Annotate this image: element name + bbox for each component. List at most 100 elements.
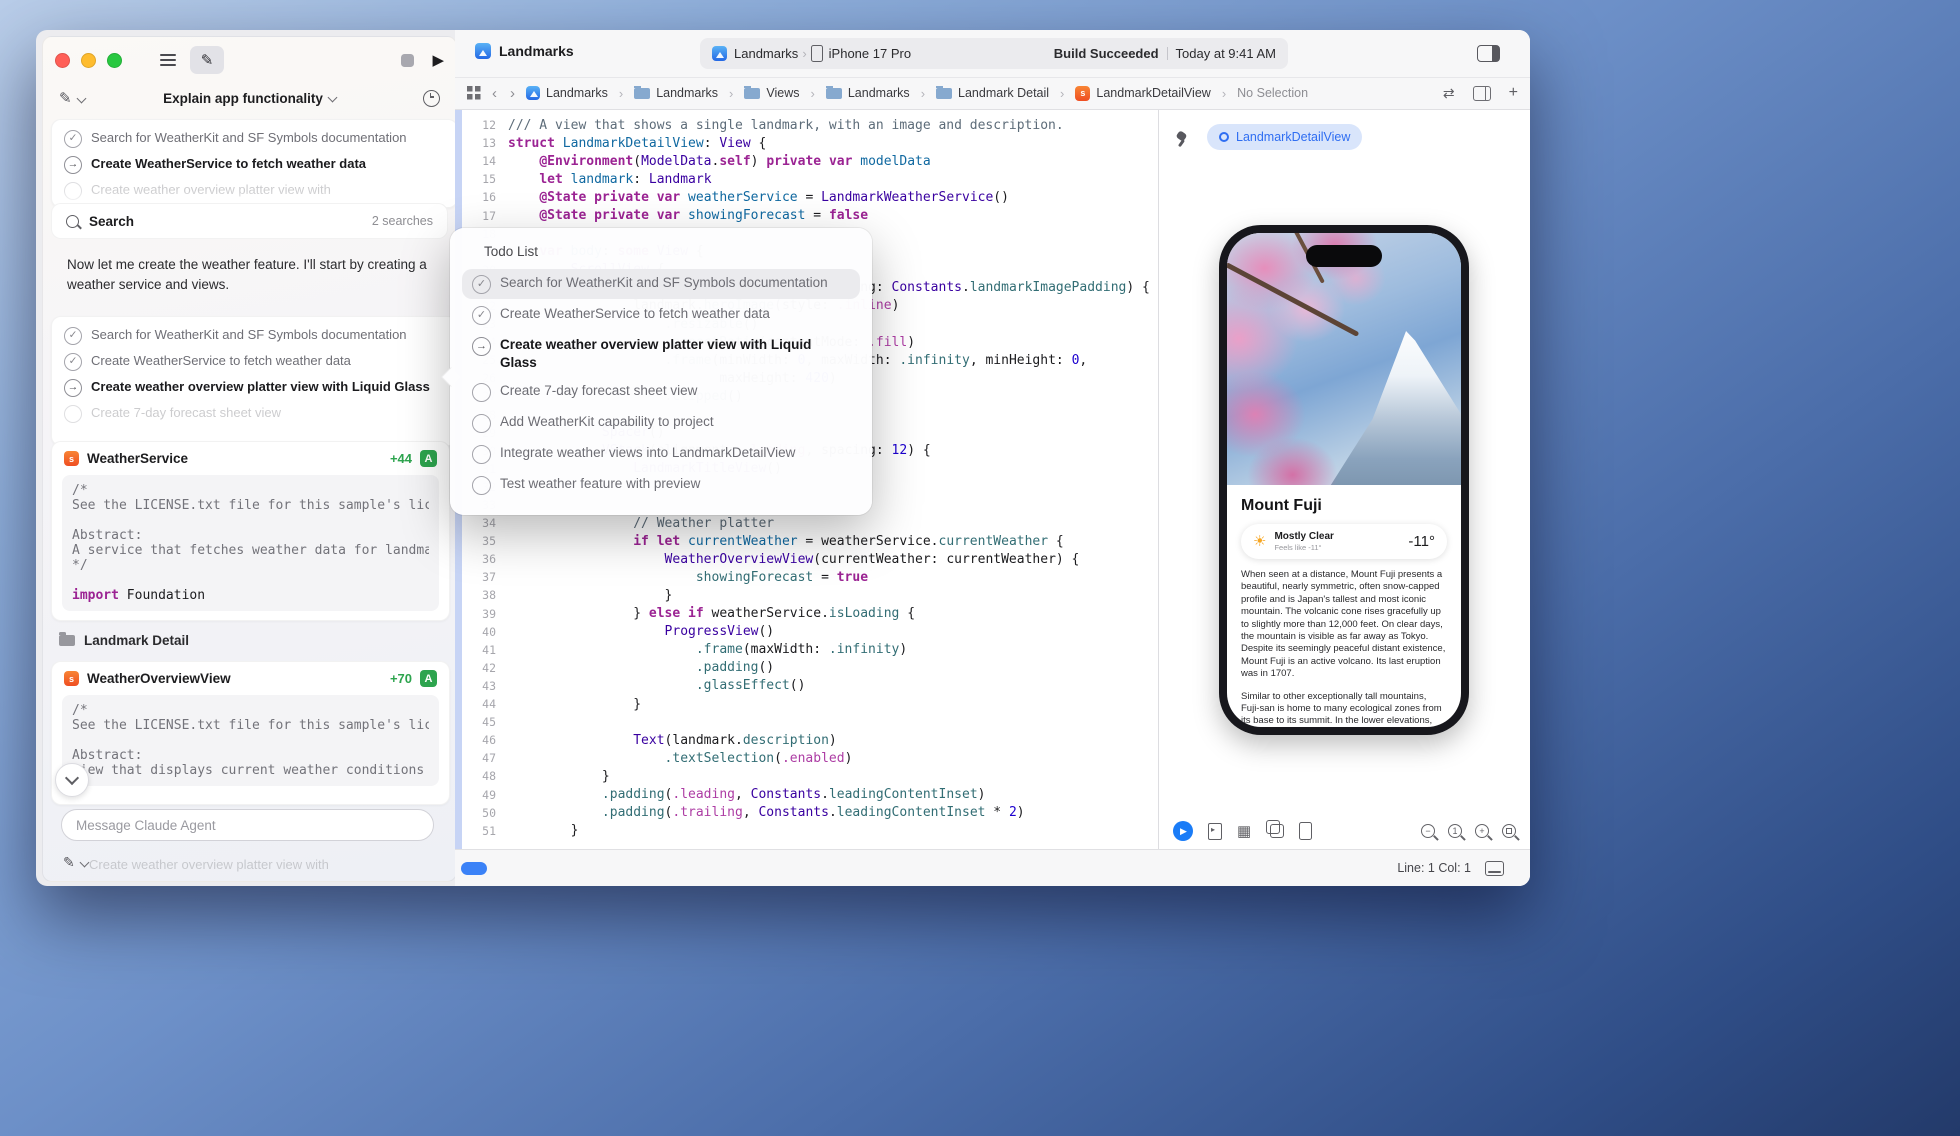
todo-item-done[interactable]: ✓Search for WeatherKit and SF Symbols do… (56, 125, 453, 151)
code-line[interactable]: 12/// A view that shows a single landmar… (462, 116, 1158, 134)
minimize-button[interactable] (81, 53, 96, 68)
line-number: 38 (462, 588, 508, 602)
history-clock-icon[interactable] (423, 90, 440, 107)
editor-display-icon[interactable] (1485, 861, 1504, 876)
todo-item-done[interactable]: ✓Search for WeatherKit and SF Symbols do… (56, 322, 453, 348)
file-card-weatherservice[interactable]: WeatherService +44 A /*See the LICENSE.t… (51, 441, 450, 621)
code-line[interactable]: 40 ProgressView() (462, 623, 1158, 641)
color-variants-icon[interactable] (1270, 824, 1284, 838)
code-line[interactable]: 42 .padding() (462, 659, 1158, 677)
empty-circle-icon (472, 476, 491, 495)
todo-item-todo[interactable]: Add WeatherKit capability to project (462, 408, 860, 438)
build-activity[interactable]: Build Succeeded Today at 9:41 AM (1054, 46, 1276, 61)
todo-item-todo[interactable]: Create weather overview platter view wit… (56, 177, 453, 203)
line-number: 35 (462, 534, 508, 548)
zoom-out-icon[interactable]: − (1421, 824, 1435, 838)
code-line[interactable]: 49 .padding(.leading, Constants.leadingC… (462, 785, 1158, 803)
code-line[interactable]: 51 } (462, 822, 1158, 840)
code-line[interactable]: 37 showingForecast = true (462, 568, 1158, 586)
todo-item-todo[interactable]: Test weather feature with preview (462, 470, 860, 500)
input-options-icon[interactable]: ✎ (63, 854, 75, 871)
todo-summary-card[interactable]: ✓Search for WeatherKit and SF Symbols do… (51, 119, 457, 208)
live-preview-button[interactable]: ▶ (1173, 821, 1193, 841)
run-agent-button[interactable]: ▶ (432, 53, 444, 68)
line-number: 47 (462, 751, 508, 765)
swift-file-icon (64, 671, 79, 686)
scheme-and-activity[interactable]: Landmarks › iPhone 17 Pro Build Succeede… (700, 38, 1288, 69)
code-line[interactable]: 38 } (462, 586, 1158, 604)
code-line[interactable]: 43 .glassEffect() (462, 677, 1158, 695)
breadcrumb-item[interactable]: Landmarks (526, 86, 608, 100)
todo-item-done[interactable]: ✓Create WeatherService to fetch weather … (56, 348, 453, 374)
editor-layout-icon[interactable] (1473, 86, 1491, 101)
scroll-to-bottom-button[interactable] (55, 763, 89, 797)
code-line[interactable]: 35 if let currentWeather = weatherServic… (462, 532, 1158, 550)
code-line[interactable]: 16 @State private var weatherService = L… (462, 188, 1158, 206)
scheme-device[interactable]: iPhone 17 Pro (829, 46, 911, 61)
progress-indicator (461, 862, 487, 875)
breadcrumb-item[interactable]: Views (744, 86, 799, 100)
add-editor-icon[interactable]: + (1509, 85, 1518, 101)
zoom-to-fit-icon[interactable] (1502, 824, 1516, 838)
todo-item-done[interactable]: ✓Create WeatherService to fetch weather … (462, 300, 860, 330)
code-line[interactable]: 14 @Environment(ModelData.self) private … (462, 152, 1158, 170)
preview-screen[interactable]: Mount Fuji ☀ Mostly Clear Feels like -11… (1227, 233, 1461, 727)
history-list-icon[interactable] (160, 54, 176, 66)
conversation-title[interactable]: Explain app functionality (43, 91, 456, 106)
todo-item-active[interactable]: →Create weather overview platter view wi… (56, 374, 453, 400)
todo-item-todo[interactable]: Create 7-day forecast sheet view (56, 400, 453, 426)
zoom-actual-size-icon[interactable]: 1 (1448, 824, 1462, 838)
breadcrumb-item[interactable]: LandmarkDetailView (1075, 86, 1210, 101)
related-items-icon[interactable] (467, 86, 481, 100)
zoom-button[interactable] (107, 53, 122, 68)
code-line[interactable]: 47 .textSelection(.enabled) (462, 749, 1158, 767)
section-landmark-detail[interactable]: Landmark Detail (59, 627, 189, 653)
code-line[interactable]: 15 let landmark: Landmark (462, 170, 1158, 188)
chevron-down-icon[interactable] (79, 857, 89, 867)
swap-editor-icon[interactable]: ⇄ (1443, 86, 1455, 100)
line-number: 42 (462, 661, 508, 675)
weather-platter[interactable]: ☀ Mostly Clear Feels like -11° -11° (1241, 524, 1447, 559)
grid-icon[interactable]: ▦ (1237, 824, 1251, 839)
stop-button[interactable] (401, 54, 414, 67)
code-line[interactable]: 44 } (462, 695, 1158, 713)
toggle-right-sidebar-icon[interactable] (1477, 45, 1500, 62)
breadcrumb-item[interactable]: Landmarks (826, 86, 910, 100)
todo-item-todo[interactable]: Create 7-day forecast sheet view (462, 377, 860, 407)
code-line[interactable]: 39 } else if weatherService.isLoading { (462, 605, 1158, 623)
code-line[interactable]: 41 .frame(maxWidth: .infinity) (462, 641, 1158, 659)
todo-item-done[interactable]: ✓Search for WeatherKit and SF Symbols do… (462, 269, 860, 299)
breadcrumb-item[interactable]: Landmarks (634, 86, 718, 100)
code-line[interactable]: 34 // Weather platter (462, 514, 1158, 532)
preview-variants-icon[interactable] (1208, 823, 1222, 840)
file-card-weatheroverviewview[interactable]: WeatherOverviewView +70 A /*See the LICE… (51, 661, 450, 805)
back-chevron-icon[interactable]: ‹ (490, 86, 499, 101)
device-settings-icon[interactable] (1299, 822, 1312, 840)
line-column-indicator: Line: 1 Col: 1 (1397, 861, 1471, 875)
todo-item-active[interactable]: →Create WeatherService to fetch weather … (56, 151, 453, 177)
todo-item-todo[interactable]: Integrate weather views into LandmarkDet… (462, 439, 860, 469)
code-line[interactable]: 17 @State private var showingForecast = … (462, 206, 1158, 224)
search-section[interactable]: Search 2 searches (51, 203, 448, 239)
breadcrumb-item[interactable]: Landmark Detail (936, 86, 1049, 100)
todo-card[interactable]: ✓Search for WeatherKit and SF Symbols do… (51, 316, 457, 446)
code-line[interactable]: 45 (462, 713, 1158, 731)
close-button[interactable] (55, 53, 70, 68)
breadcrumb-item[interactable]: No Selection (1237, 86, 1308, 100)
zoom-in-icon[interactable]: + (1475, 824, 1489, 838)
pin-icon[interactable] (1175, 132, 1189, 146)
message-input[interactable] (61, 809, 434, 841)
preview-target-pill[interactable]: LandmarkDetailView (1207, 124, 1362, 150)
forward-chevron-icon[interactable]: › (508, 86, 517, 101)
code-line[interactable]: 48 } (462, 767, 1158, 785)
code-line[interactable]: 36 WeatherOverviewView(currentWeather: c… (462, 550, 1158, 568)
code-line[interactable]: 50 .padding(.trailing, Constants.leading… (462, 804, 1158, 822)
code-line[interactable]: 13struct LandmarkDetailView: View { (462, 134, 1158, 152)
new-conversation-button[interactable]: ✎ (190, 46, 224, 74)
scheme-target[interactable]: Landmarks (734, 46, 798, 61)
todo-item-active[interactable]: →Create weather overview platter view wi… (462, 331, 860, 376)
snippet-line (72, 573, 429, 588)
snippet-line: Abstract: (72, 748, 429, 763)
code-line[interactable]: 46 Text(landmark.description) (462, 731, 1158, 749)
search-label: Search (89, 214, 134, 229)
